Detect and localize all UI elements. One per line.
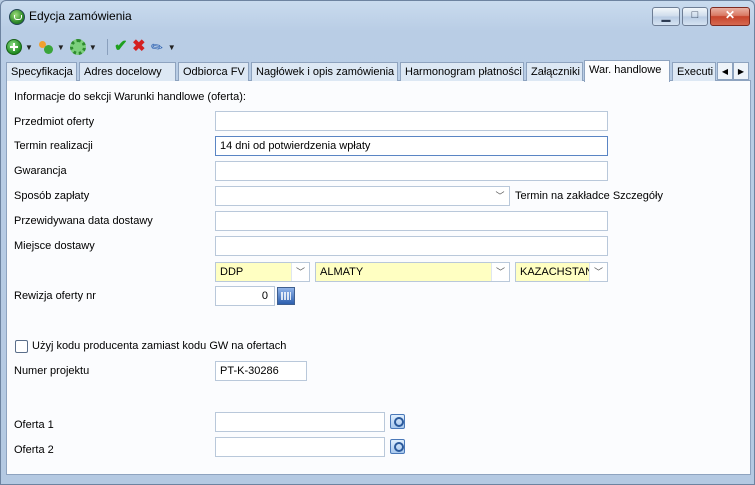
toolbar-separator bbox=[106, 39, 108, 55]
city-value: ALMATY bbox=[320, 266, 364, 278]
arrow-right-icon: ▶ bbox=[737, 67, 745, 76]
country-value: KAZACHSTAN bbox=[520, 266, 594, 278]
dropdown-arrow-icon: ▼ bbox=[25, 42, 33, 52]
dropdown-arrow-icon: ▼ bbox=[56, 42, 65, 52]
payment-label: Sposób zapłaty bbox=[14, 190, 90, 202]
offer2-input[interactable] bbox=[215, 437, 385, 457]
close-icon: ✕ bbox=[724, 8, 736, 22]
lead-time-label: Termin realizacji bbox=[14, 140, 93, 152]
offer2-label: Oferta 2 bbox=[14, 444, 54, 456]
chevron-down-icon: ﹀ bbox=[491, 263, 509, 281]
tab-executive[interactable]: Executi bbox=[672, 62, 716, 81]
tab-adres-docelowy[interactable]: Adres docelowy bbox=[79, 62, 176, 81]
tab-zalaczniki[interactable]: Załączniki bbox=[526, 62, 583, 81]
attachment-dropdown-button[interactable]: ✎ ▼ bbox=[147, 37, 179, 57]
calculator-button[interactable] bbox=[277, 287, 295, 305]
chevron-down-icon: ﹀ bbox=[589, 263, 607, 281]
minimize-icon: ▁ bbox=[661, 10, 671, 22]
section-title: Informacje do sekcji Warunki handlowe (o… bbox=[14, 91, 246, 103]
revision-input[interactable]: 0 bbox=[215, 286, 275, 306]
title-bar[interactable]: Edycja zamówienia ▁ □ ✕ bbox=[1, 1, 754, 31]
tab-scroll-right-button[interactable]: ▶ bbox=[733, 62, 749, 80]
cancel-icon: ✖ bbox=[132, 38, 146, 55]
payment-select[interactable]: ﹀ bbox=[215, 186, 510, 206]
subject-input[interactable] bbox=[215, 111, 608, 131]
country-select[interactable]: KAZACHSTAN ﹀ bbox=[515, 262, 608, 282]
tab-war-handlowe[interactable]: War. handlowe bbox=[584, 60, 670, 82]
delivery-date-label: Przewidywana data dostawy bbox=[14, 215, 153, 227]
close-button[interactable]: ✕ bbox=[710, 7, 750, 26]
revision-label: Rewizja oferty nr bbox=[14, 290, 96, 302]
tab-scroll-left-button[interactable]: ◀ bbox=[717, 62, 733, 80]
gear-icon bbox=[69, 39, 86, 55]
chevron-down-icon: ﹀ bbox=[291, 263, 309, 281]
warranty-input[interactable] bbox=[215, 161, 608, 181]
offer1-label: Oferta 1 bbox=[14, 419, 54, 431]
warranty-label: Gwarancja bbox=[14, 165, 67, 177]
producer-code-label: Użyj kodu producenta zamiast kodu GW na … bbox=[32, 340, 287, 352]
maximize-button[interactable]: □ bbox=[682, 7, 708, 26]
trade-terms-panel: Informacje do sekcji Warunki handlowe (o… bbox=[6, 81, 751, 475]
offer2-search-button[interactable] bbox=[390, 439, 405, 454]
lead-time-input[interactable]: 14 dni od potwierdzenia wpłaty bbox=[215, 136, 608, 156]
chevron-down-icon: ﹀ bbox=[495, 191, 505, 201]
window-title: Edycja zamówienia bbox=[29, 9, 132, 23]
tab-naglowek[interactable]: Nagłówek i opis zamówienia bbox=[251, 62, 398, 81]
add-dropdown-button[interactable]: ▼ bbox=[6, 37, 36, 57]
cancel-button[interactable]: ✖ bbox=[131, 37, 147, 57]
delivery-place-label: Miejsce dostawy bbox=[14, 240, 95, 252]
tab-specyfikacja[interactable]: Specyfikacja bbox=[6, 62, 77, 81]
incoterm-select[interactable]: DDP ﹀ bbox=[215, 262, 310, 282]
project-label: Numer projektu bbox=[14, 365, 90, 377]
payment-note: Termin na zakładce Szczegóły bbox=[515, 190, 663, 202]
city-select[interactable]: ALMATY ﹀ bbox=[315, 262, 510, 282]
contacts-icon bbox=[38, 39, 54, 55]
producer-code-checkbox[interactable] bbox=[15, 340, 28, 353]
offer1-search-button[interactable] bbox=[390, 414, 405, 429]
toolbar: ▼ ▼ ▼ ✔ ✖ ✎ ▼ bbox=[6, 37, 750, 57]
window: Edycja zamówienia ▁ □ ✕ ▼ ▼ ▼ ✔ ✖ ✎ ▼ Sp… bbox=[0, 0, 755, 485]
tab-harmonogram[interactable]: Harmonogram płatności bbox=[400, 62, 524, 81]
contacts-dropdown-button[interactable]: ▼ bbox=[38, 37, 68, 57]
accept-button[interactable]: ✔ bbox=[113, 37, 129, 57]
settings-dropdown-button[interactable]: ▼ bbox=[69, 37, 100, 57]
incoterm-value: DDP bbox=[220, 266, 244, 278]
delivery-place-input[interactable] bbox=[215, 236, 608, 256]
tab-odbiorca-fv[interactable]: Odbiorca FV bbox=[178, 62, 249, 81]
offer1-input[interactable] bbox=[215, 412, 385, 432]
dropdown-arrow-icon: ▼ bbox=[88, 42, 97, 52]
maximize-icon: □ bbox=[691, 9, 699, 21]
delivery-date-input[interactable] bbox=[215, 211, 608, 231]
minimize-button[interactable]: ▁ bbox=[652, 7, 680, 26]
subject-label: Przedmiot oferty bbox=[14, 116, 95, 128]
project-input[interactable]: PT-K-30286 bbox=[215, 361, 307, 381]
accept-icon: ✔ bbox=[114, 38, 128, 55]
dropdown-arrow-icon: ▼ bbox=[167, 42, 176, 52]
arrow-left-icon: ◀ bbox=[721, 67, 729, 76]
tab-strip: Specyfikacja Adres docelowy Odbiorca FV … bbox=[6, 60, 751, 82]
add-icon bbox=[6, 39, 22, 55]
attachment-icon: ✎ bbox=[147, 37, 167, 57]
app-icon bbox=[9, 9, 25, 25]
